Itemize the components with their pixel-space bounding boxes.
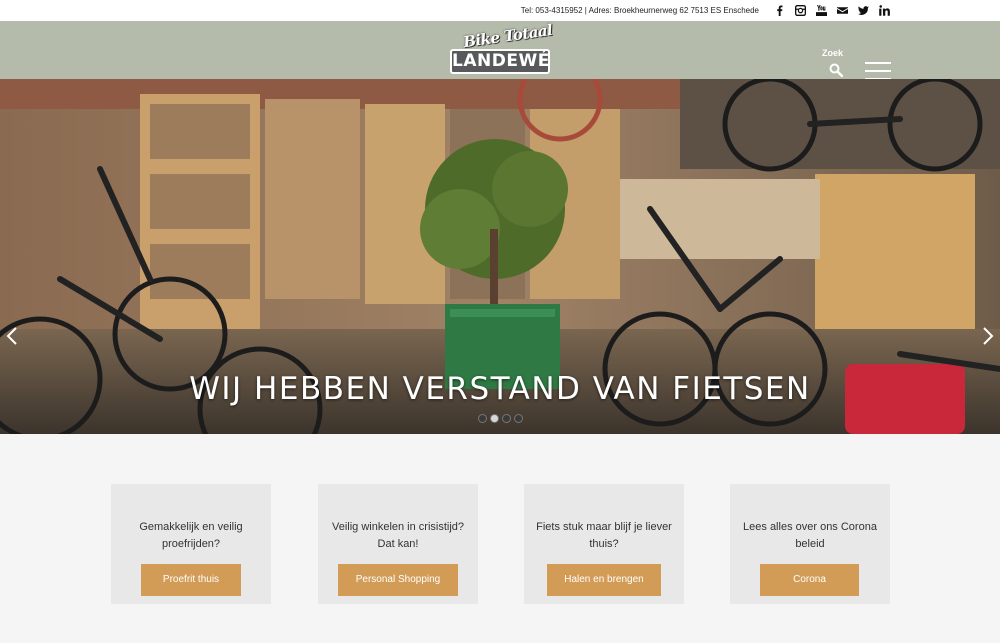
personal-shopping-button[interactable]: Personal Shopping <box>338 564 458 596</box>
slider-dot-active[interactable] <box>490 414 499 423</box>
card-halen-brengen: Fiets stuk maar blijf je liever thuis? H… <box>524 484 684 604</box>
slider-prev-icon[interactable] <box>6 326 18 346</box>
twitter-icon[interactable] <box>857 5 869 17</box>
halen-en-brengen-button[interactable]: Halen en brengen <box>547 564 661 596</box>
linkedin-icon[interactable] <box>878 5 890 17</box>
facebook-icon[interactable] <box>773 5 785 17</box>
corona-button[interactable]: Corona <box>760 564 859 596</box>
card-text: Gemakkelijk en veilig proefrijden? <box>139 521 243 550</box>
site-logo[interactable]: Bike Totaal LANDEWÉ <box>449 21 553 76</box>
search-label[interactable]: Zoek <box>822 48 843 58</box>
slider-dot[interactable] <box>478 414 487 423</box>
slider-dots <box>478 414 523 423</box>
site-header: Bike Totaal LANDEWÉ Zoek <box>0 21 1000 80</box>
search-icon[interactable] <box>829 63 844 78</box>
top-bar: Tel: 053-4315952 | Adres: Broekheurnerwe… <box>0 0 1000 21</box>
card-proefrit: Gemakkelijk en veilig proefrijden? Proef… <box>111 484 271 604</box>
hero-title: WIJ HEBBEN VERSTAND VAN FIETSEN <box>189 371 811 407</box>
slider-next-icon[interactable] <box>982 326 994 346</box>
card-text: Veilig winkelen in crisistijd? Dat kan! <box>331 521 465 550</box>
card-text: Lees alles over ons Corona beleid <box>743 521 877 550</box>
youtube-icon[interactable] <box>815 5 827 17</box>
contact-info: Tel: 053-4315952 | Adres: Broekheurnerwe… <box>520 6 759 15</box>
card-text: Fiets stuk maar blijf je liever thuis? <box>536 521 672 550</box>
mail-icon[interactable] <box>836 5 848 17</box>
card-corona: Lees alles over ons Corona beleid Corona <box>730 484 890 604</box>
hero-slider: WIJ HEBBEN VERSTAND VAN FIETSEN <box>0 79 1000 434</box>
social-links <box>773 5 890 17</box>
slider-dot[interactable] <box>514 414 523 423</box>
instagram-icon[interactable] <box>794 5 806 17</box>
logo-name: LANDEWÉ <box>450 49 550 74</box>
slider-dot[interactable] <box>502 414 511 423</box>
service-cards: Gemakkelijk en veilig proefrijden? Proef… <box>0 434 1000 643</box>
card-personal-shopping: Veilig winkelen in crisistijd? Dat kan! … <box>318 484 478 604</box>
proefrit-thuis-button[interactable]: Proefrit thuis <box>141 564 241 596</box>
hamburger-menu-icon[interactable] <box>865 62 891 80</box>
